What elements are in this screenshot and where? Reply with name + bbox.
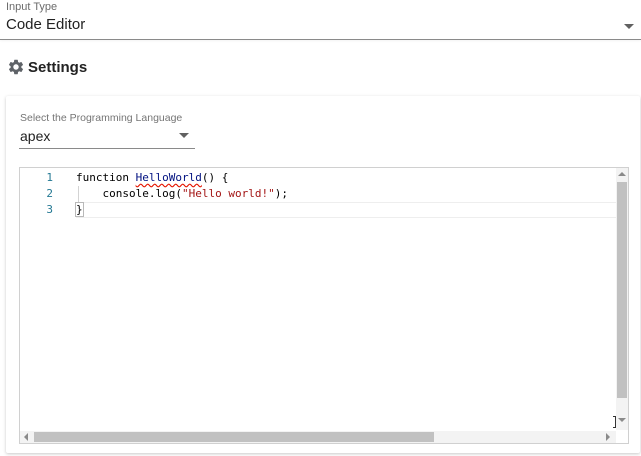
code-editor[interactable]: 1 2 3 function HelloWorld() { console.lo…	[19, 167, 629, 444]
language-select-label: Select the Programming Language	[20, 112, 183, 124]
scroll-up-icon[interactable]	[618, 172, 626, 176]
input-type-label: Input Type	[6, 1, 58, 13]
code-token: console.log(	[102, 187, 182, 200]
code-line: function HelloWorld() {	[76, 170, 228, 186]
keyword-function: function	[76, 171, 136, 184]
settings-title: Settings	[28, 58, 88, 76]
settings-card: Select the Programming Language apex 1 2…	[6, 96, 640, 453]
scroll-left-icon[interactable]	[24, 433, 28, 441]
horizontal-scrollbar[interactable]	[20, 431, 618, 443]
line-number-gutter: 1 2 3	[20, 168, 70, 443]
language-select-value: apex	[20, 128, 51, 144]
code-token: );	[274, 187, 288, 200]
string-literal: "Hello world!"	[181, 187, 275, 200]
gear-icon	[8, 59, 24, 75]
input-type-value: Code Editor	[6, 16, 86, 33]
scroll-right-icon[interactable]	[606, 433, 610, 441]
code-line: console.log("Hello world!");	[76, 186, 288, 202]
chevron-down-icon	[179, 133, 189, 138]
code-token: () {	[201, 171, 229, 184]
scroll-down-icon[interactable]	[618, 418, 626, 422]
line-number: 2	[46, 187, 53, 200]
closing-brace: }	[75, 202, 84, 217]
language-select[interactable]: Select the Programming Language apex	[19, 111, 195, 149]
line-number: 1	[46, 171, 53, 184]
vertical-scroll-thumb[interactable]	[617, 182, 627, 398]
current-line-highlight	[76, 202, 616, 218]
function-name: HelloWorld	[135, 171, 202, 184]
settings-heading: Settings	[7, 58, 87, 76]
line-number: 3	[46, 203, 53, 216]
horizontal-scroll-thumb[interactable]	[34, 432, 434, 442]
vertical-scrollbar[interactable]	[616, 168, 628, 430]
code-area[interactable]: function HelloWorld() { console.log("Hel…	[75, 168, 618, 443]
code-line: }	[75, 202, 84, 218]
chevron-down-icon	[624, 24, 634, 29]
scrollbar-corner	[616, 431, 628, 443]
input-type-select[interactable]: Input Type Code Editor	[0, 0, 641, 40]
